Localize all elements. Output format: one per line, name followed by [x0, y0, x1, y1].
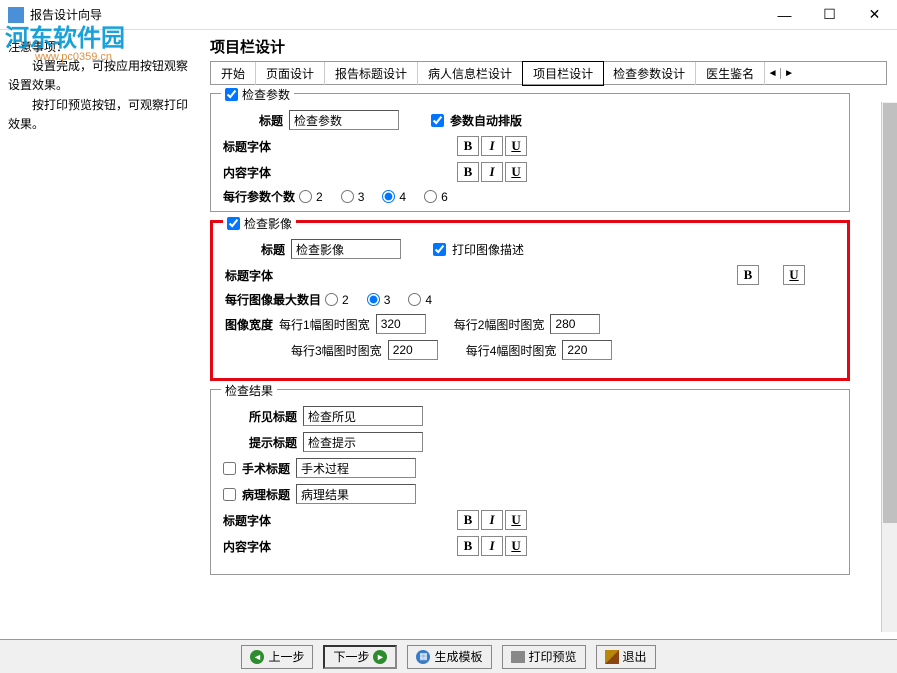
width3-label: 每行3幅图时图宽: [291, 342, 382, 359]
underline-button[interactable]: U: [505, 136, 527, 156]
prev-button[interactable]: ◄ 上一步: [241, 645, 313, 669]
auto-layout-label: 参数自动排版: [450, 112, 522, 129]
window-title: 报告设计向导: [30, 6, 762, 23]
exit-button[interactable]: 退出: [596, 645, 656, 669]
tab-scroll-left[interactable]: ◄: [765, 68, 781, 79]
exam-images-checkbox[interactable]: [227, 217, 240, 230]
img-radio-4[interactable]: 4: [408, 293, 432, 307]
footer-toolbar: ◄ 上一步 下一步 ► ▦ 生成模板 打印预览 退出: [0, 639, 897, 673]
exam-results-label: 检查结果: [225, 382, 273, 399]
template-icon: ▦: [416, 650, 430, 664]
help-panel: 注意事项： 设置完成，可按应用按钮观察设置效果。 按打印预览按钮，可观察打印效果…: [0, 30, 200, 638]
width4-label: 每行4幅图时图宽: [466, 342, 557, 359]
img-title-input[interactable]: [291, 239, 401, 259]
radio-4[interactable]: 4: [382, 190, 406, 204]
print-desc-checkbox[interactable]: [433, 243, 446, 256]
finding-label: 所见标题: [223, 408, 297, 425]
pathology-label: 病理标题: [242, 486, 290, 503]
tab-report-title[interactable]: 报告标题设计: [325, 62, 418, 85]
group-exam-results: 检查结果 所见标题 提示标题 手术标题 病理标题 标题字体: [210, 389, 850, 575]
bold-button-3[interactable]: B: [737, 265, 759, 285]
max-images-label: 每行图像最大数目: [225, 291, 321, 308]
print-preview-button[interactable]: 打印预览: [502, 645, 586, 669]
italic-button-5[interactable]: I: [481, 536, 503, 556]
result-title-font-label: 标题字体: [223, 512, 271, 529]
title-label: 标题: [223, 112, 283, 129]
print-desc-label: 打印图像描述: [452, 241, 524, 258]
title-font-label: 标题字体: [223, 138, 271, 155]
italic-button-4[interactable]: I: [481, 510, 503, 530]
tab-bar: 开始 页面设计 报告标题设计 病人信息栏设计 项目栏设计 检查参数设计 医生鉴名…: [210, 61, 887, 85]
hint-label: 提示标题: [223, 434, 297, 451]
width4-input[interactable]: [562, 340, 612, 360]
width2-label: 每行2幅图时图宽: [454, 316, 545, 333]
content-font-label: 内容字体: [223, 164, 271, 181]
tab-patient-info[interactable]: 病人信息栏设计: [418, 62, 523, 85]
watermark-url: www.pc0359.cn: [35, 51, 125, 63]
hint-input[interactable]: [303, 432, 423, 452]
group-exam-images: 检查影像 标题 打印图像描述 标题字体 B U 每行图像最大数目 2 3: [210, 220, 850, 381]
scrollbar-thumb[interactable]: [883, 103, 897, 523]
title-input[interactable]: [289, 110, 399, 130]
bold-button-4[interactable]: B: [457, 510, 479, 530]
arrow-right-icon: ►: [373, 650, 387, 664]
surgery-input[interactable]: [296, 458, 416, 478]
exam-params-label: 检查参数: [242, 86, 290, 103]
watermark-text: 河东软件园: [5, 18, 125, 53]
surgery-label: 手术标题: [242, 460, 290, 477]
params-per-row-label: 每行参数个数: [223, 188, 295, 205]
width2-input[interactable]: [550, 314, 600, 334]
arrow-left-icon: ◄: [250, 650, 264, 664]
underline-button-4[interactable]: U: [505, 510, 527, 530]
next-button[interactable]: 下一步 ►: [323, 645, 397, 669]
img-title-label: 标题: [225, 241, 285, 258]
window-controls: — ☐ ✕: [762, 0, 897, 29]
printer-icon: [511, 651, 525, 663]
radio-6[interactable]: 6: [424, 190, 448, 204]
pathology-input[interactable]: [296, 484, 416, 504]
result-content-font-label: 内容字体: [223, 538, 271, 555]
tab-exam-params[interactable]: 检查参数设计: [603, 62, 696, 85]
watermark: 河东软件园 www.pc0359.cn: [5, 18, 125, 63]
content-panel: 项目栏设计 开始 页面设计 报告标题设计 病人信息栏设计 项目栏设计 检查参数设…: [200, 30, 897, 638]
exam-params-checkbox[interactable]: [225, 88, 238, 101]
tab-item-bar[interactable]: 项目栏设计: [522, 61, 604, 86]
underline-button-3[interactable]: U: [783, 265, 805, 285]
help-line3: 按打印预览按钮，可观察打印效果。: [8, 96, 192, 134]
minimize-button[interactable]: —: [762, 0, 807, 29]
generate-template-button[interactable]: ▦ 生成模板: [407, 645, 491, 669]
image-width-label: 图像宽度: [225, 316, 273, 333]
radio-3[interactable]: 3: [341, 190, 365, 204]
vertical-scrollbar[interactable]: [881, 102, 897, 632]
underline-button-5[interactable]: U: [505, 536, 527, 556]
close-button[interactable]: ✕: [852, 0, 897, 29]
exit-icon: [605, 650, 619, 664]
bold-button-5[interactable]: B: [457, 536, 479, 556]
underline-button-2[interactable]: U: [505, 162, 527, 182]
width1-input[interactable]: [376, 314, 426, 334]
img-radio-2[interactable]: 2: [325, 293, 349, 307]
tab-page-design[interactable]: 页面设计: [256, 62, 325, 85]
img-title-font-label: 标题字体: [225, 267, 273, 284]
pathology-checkbox[interactable]: [223, 488, 236, 501]
italic-button-2[interactable]: I: [481, 162, 503, 182]
bold-button[interactable]: B: [457, 136, 479, 156]
surgery-checkbox[interactable]: [223, 462, 236, 475]
italic-button[interactable]: I: [481, 136, 503, 156]
titlebar: 报告设计向导 — ☐ ✕: [0, 0, 897, 30]
maximize-button[interactable]: ☐: [807, 0, 852, 29]
section-title: 项目栏设计: [210, 36, 887, 57]
img-radio-3[interactable]: 3: [367, 293, 391, 307]
width1-label: 每行1幅图时图宽: [279, 316, 370, 333]
width3-input[interactable]: [388, 340, 438, 360]
tab-doctor-sign[interactable]: 医生鉴名: [696, 62, 765, 85]
bold-button-2[interactable]: B: [457, 162, 479, 182]
tab-start[interactable]: 开始: [211, 62, 256, 85]
auto-layout-checkbox[interactable]: [431, 114, 444, 127]
finding-input[interactable]: [303, 406, 423, 426]
tab-scroll-right[interactable]: ►: [781, 68, 797, 79]
radio-2[interactable]: 2: [299, 190, 323, 204]
exam-images-label: 检查影像: [244, 215, 292, 232]
group-exam-params: 检查参数 标题 参数自动排版 标题字体 B I U 内容字体 B: [210, 93, 850, 212]
